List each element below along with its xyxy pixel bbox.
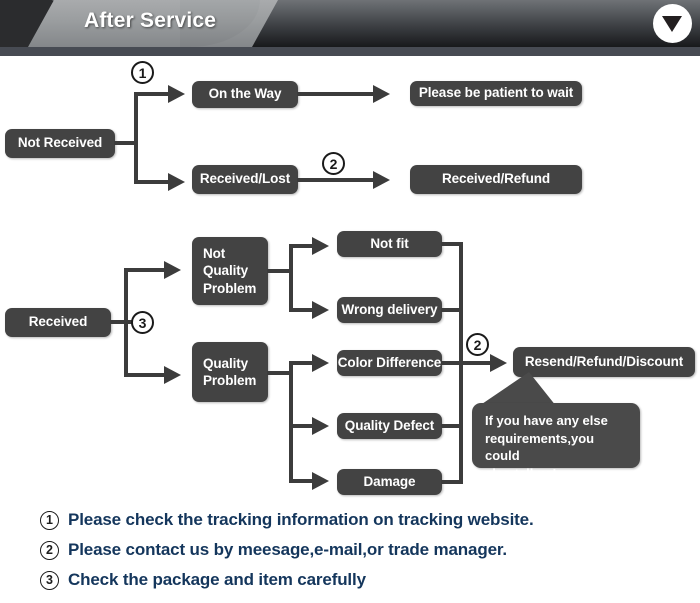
box-not-quality-problem[interactable]: Not Quality Problem bbox=[192, 237, 268, 305]
box-not-received[interactable]: Not Received bbox=[5, 129, 115, 158]
marker-2-flow-bottom: 2 bbox=[466, 333, 489, 356]
box-please-be-patient[interactable]: Please be patient to wait bbox=[410, 81, 582, 106]
arrow-to-on-the-way bbox=[168, 85, 185, 103]
box-wrong-delivery[interactable]: Wrong delivery bbox=[337, 297, 442, 323]
arrow-to-color-difference bbox=[312, 354, 329, 372]
box-on-the-way[interactable]: On the Way bbox=[192, 81, 298, 108]
note-item-3: 3 Check the package and item carefully bbox=[0, 565, 700, 595]
collapse-toggle-button[interactable] bbox=[653, 4, 692, 43]
connector-qp-to-damage bbox=[289, 479, 314, 483]
box-not-fit[interactable]: Not fit bbox=[337, 231, 442, 257]
connector-qp-to-quality-defect bbox=[289, 424, 314, 428]
arrow-to-received-lost bbox=[168, 173, 185, 191]
arrow-to-please-wait bbox=[373, 85, 390, 103]
callout-extra-requirements: If you have any else requirements,you co… bbox=[472, 403, 640, 481]
page-header: After Service bbox=[0, 0, 700, 47]
connector-on-the-way-to-outcome bbox=[297, 92, 375, 96]
arrow-to-resend-refund-discount bbox=[490, 354, 507, 372]
note-text-2: Please contact us by meesage,e-mail,or t… bbox=[68, 540, 507, 559]
note-item-2: 2 Please contact us by meesage,e-mail,or… bbox=[0, 535, 700, 565]
callout-line-2: requirements,you could bbox=[485, 430, 595, 464]
header-underline bbox=[0, 47, 700, 56]
arrow-to-wrong-delivery bbox=[312, 301, 329, 319]
box-received-refund[interactable]: Received/Refund bbox=[410, 165, 582, 194]
note-marker-1: 1 bbox=[40, 510, 59, 530]
chevron-down-triangle-icon bbox=[662, 16, 682, 32]
callout-line-3: also tell us! bbox=[485, 465, 557, 481]
connector-branch-lower bbox=[134, 180, 169, 184]
box-received[interactable]: Received bbox=[5, 308, 111, 337]
marker-3-flow: 3 bbox=[131, 311, 154, 334]
connector-merge-to-outcome bbox=[441, 361, 497, 365]
connector-qp-split bbox=[289, 361, 293, 481]
arrow-to-quality-problem bbox=[164, 366, 181, 384]
arrow-to-not-fit bbox=[312, 237, 329, 255]
arrow-to-not-quality-problem bbox=[164, 261, 181, 279]
connector-qp-to-color-difference bbox=[289, 361, 314, 365]
arrow-to-quality-defect bbox=[312, 417, 329, 435]
marker-2-flow-top: 2 bbox=[322, 152, 345, 175]
note-item-1: 1 Please check the tracking information … bbox=[0, 505, 700, 535]
box-not-quality-problem-label: Not Quality Problem bbox=[203, 246, 257, 296]
note-text-3: Check the package and item carefully bbox=[68, 570, 366, 589]
connector-branch-upper bbox=[134, 92, 169, 96]
connector-to-quality bbox=[124, 373, 166, 377]
connector-received-split bbox=[124, 268, 128, 373]
connector-to-not-quality bbox=[124, 268, 166, 272]
connector-received-lost-to-outcome bbox=[297, 178, 375, 182]
connector-not-received-split bbox=[134, 92, 138, 184]
box-received-lost[interactable]: Received/Lost bbox=[192, 165, 298, 194]
note-text-1: Please check the tracking information on… bbox=[68, 510, 534, 529]
arrow-to-received-refund bbox=[373, 171, 390, 189]
box-quality-problem-label: Quality Problem bbox=[203, 355, 257, 388]
notes-list: 1 Please check the tracking information … bbox=[0, 505, 700, 595]
after-service-infographic: After Service Not Received On the Way 1 … bbox=[0, 0, 700, 603]
box-quality-problem[interactable]: Quality Problem bbox=[192, 342, 268, 402]
note-marker-2: 2 bbox=[40, 540, 59, 560]
box-damage[interactable]: Damage bbox=[337, 469, 442, 495]
arrow-to-damage bbox=[312, 472, 329, 490]
connector-nq-to-wrong-delivery bbox=[289, 308, 314, 312]
note-marker-3: 3 bbox=[40, 570, 59, 590]
box-quality-defect[interactable]: Quality Defect bbox=[337, 413, 442, 439]
connector-nq-split bbox=[289, 244, 293, 312]
marker-1-flow: 1 bbox=[131, 61, 154, 84]
callout-line-1: If you have any else bbox=[485, 413, 608, 428]
box-color-difference[interactable]: Color Difference bbox=[337, 350, 442, 376]
connector-nq-to-not-fit bbox=[289, 244, 314, 248]
page-title: After Service bbox=[84, 9, 217, 32]
